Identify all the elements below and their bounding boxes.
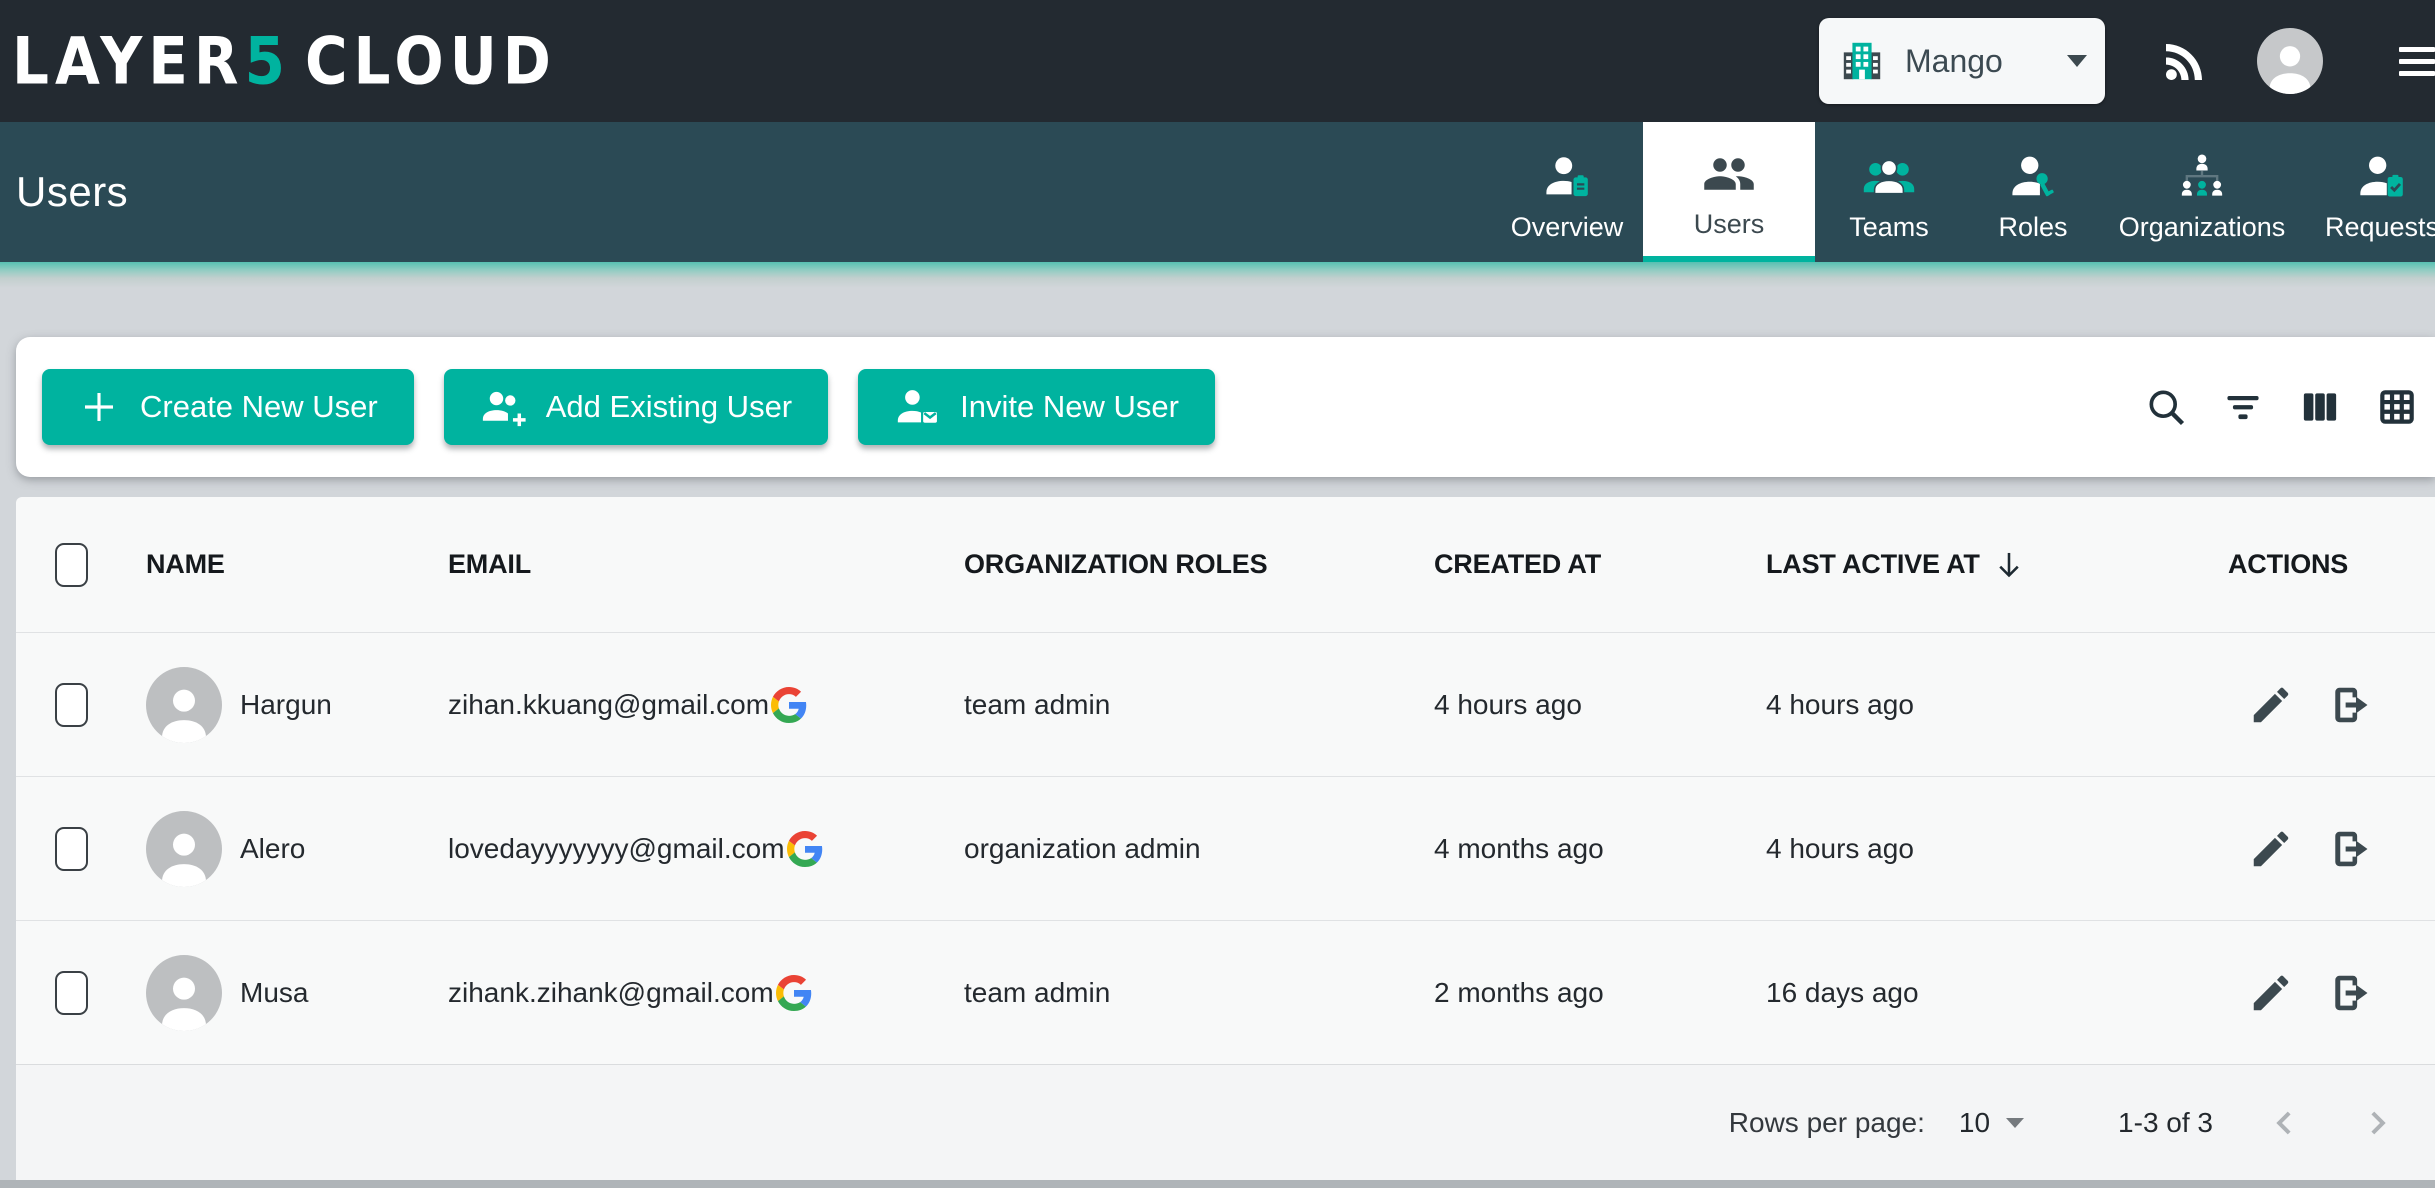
row-actions [2212,970,2435,1016]
person-invite-icon [894,384,940,430]
col-header-name[interactable]: NAME [130,549,432,580]
row-checkbox[interactable] [55,827,88,871]
user-avatar[interactable] [2257,28,2323,94]
tab-teams[interactable]: Teams [1815,122,1963,262]
grid-view-icon[interactable] [2375,385,2419,429]
org-tree-icon [2176,146,2228,208]
table-view-controls [2144,385,2435,429]
select-all-checkbox[interactable] [55,543,88,587]
table-pagination: Rows per page: 10 1-3 of 3 [16,1064,2435,1181]
invite-new-user-button[interactable]: Invite New User [858,369,1215,445]
last-active-cell: 4 hours ago [1750,689,2212,721]
person-clipboard-check-icon [2356,146,2408,208]
col-header-actions: ACTIONS [2212,549,2435,580]
created-at-cell: 4 hours ago [1418,689,1750,721]
rows-per-page-label: Rows per page: [1729,1107,1925,1139]
table-row[interactable]: Musa zihank.zihank@gmail.com team admin … [16,920,2435,1064]
previous-page-button[interactable] [2265,1103,2305,1143]
layer5-cloud-logo: LAYER5CLOUD [12,23,557,99]
tab-organizations[interactable]: Organizations [2103,122,2301,262]
edit-pencil-icon[interactable] [2248,682,2294,728]
search-icon[interactable] [2144,385,2188,429]
app-header: LAYER5CLOUD Mango [0,0,2435,122]
rss-feed-icon[interactable] [2161,37,2209,85]
org-roles-cell: organization admin [948,833,1418,865]
table-row[interactable]: Alero lovedayyyyyyy@gmail.com organizati… [16,776,2435,920]
person-icon [2261,36,2319,94]
col-header-org-roles[interactable]: ORGANIZATION ROLES [948,549,1418,580]
logo-accent-5: 5 [245,23,291,99]
last-active-cell: 16 days ago [1750,977,2212,1009]
sort-desc-arrow-icon[interactable] [1992,548,2026,582]
google-icon [787,831,823,867]
org-roles-cell: team admin [948,977,1418,1009]
pagination-range: 1-3 of 3 [2118,1107,2213,1139]
edit-pencil-icon[interactable] [2248,970,2294,1016]
row-checkbox[interactable] [55,971,88,1015]
page-title: Users [16,168,128,216]
row-actions [2212,826,2435,872]
hamburger-menu-icon[interactable] [2399,40,2435,83]
remove-user-logout-icon[interactable] [2328,826,2374,872]
col-header-last-active-at[interactable]: LAST ACTIVE AT [1750,548,2212,582]
user-email-cell: zihan.kkuang@gmail.com [432,687,948,723]
org-switcher-select[interactable]: Mango [1819,18,2105,104]
next-page-button[interactable] [2357,1103,2397,1143]
remove-user-logout-icon[interactable] [2328,682,2374,728]
user-name: Alero [240,833,305,865]
tab-roles[interactable]: Roles [1963,122,2103,262]
building-icon [1839,38,1885,84]
last-active-cell: 4 hours ago [1750,833,2212,865]
row-actions [2212,682,2435,728]
users-table: NAME EMAIL ORGANIZATION ROLES CREATED AT… [16,497,2435,1181]
person-icon [151,821,217,887]
logo-word2: CLOUD [305,23,557,99]
google-icon [771,687,807,723]
person-badge-icon [1541,146,1593,208]
logo-word1: LAYER [12,23,245,99]
rows-per-page-select[interactable]: 10 [1959,1107,2024,1139]
nav-gradient-divider [0,262,2435,288]
col-header-email[interactable]: EMAIL [432,549,948,580]
plus-icon [78,386,120,428]
tab-users[interactable]: Users [1643,122,1815,262]
tab-requests[interactable]: Requests [2301,122,2435,262]
header-actions: Mango [1819,18,2435,104]
tab-bar: Overview Users Teams [1491,122,2435,262]
org-roles-cell: team admin [948,689,1418,721]
chevron-down-icon [2006,1118,2024,1128]
avatar [146,667,222,743]
people-icon [1702,143,1756,205]
table-toolbar: Create New User Add Existing User Invite… [16,337,2435,477]
avatar [146,811,222,887]
add-existing-user-button[interactable]: Add Existing User [444,369,828,445]
user-email-cell: zihank.zihank@gmail.com [432,975,948,1011]
users-subnav: Users Overview Users [0,122,2435,262]
avatar [146,955,222,1031]
org-switcher-value: Mango [1905,43,2067,80]
person-add-icon [480,384,526,430]
row-checkbox[interactable] [55,683,88,727]
remove-user-logout-icon[interactable] [2328,970,2374,1016]
person-key-icon [2007,146,2059,208]
groups-icon [1862,146,1916,208]
edit-pencil-icon[interactable] [2248,826,2294,872]
user-name: Musa [240,977,308,1009]
person-icon [151,677,217,743]
table-header-row: NAME EMAIL ORGANIZATION ROLES CREATED AT… [16,497,2435,632]
col-header-created-at[interactable]: CREATED AT [1418,549,1750,580]
filter-icon[interactable] [2221,385,2265,429]
create-new-user-button[interactable]: Create New User [42,369,414,445]
columns-icon[interactable] [2298,385,2342,429]
google-icon [776,975,812,1011]
user-email-cell: lovedayyyyyyy@gmail.com [432,831,948,867]
user-name: Hargun [240,689,332,721]
created-at-cell: 2 months ago [1418,977,1750,1009]
tab-overview[interactable]: Overview [1491,122,1643,262]
bottom-scroll-strip [0,1180,2435,1188]
created-at-cell: 4 months ago [1418,833,1750,865]
chevron-down-icon [2067,55,2087,67]
table-row[interactable]: Hargun zihan.kkuang@gmail.com team admin… [16,632,2435,776]
person-icon [151,965,217,1031]
